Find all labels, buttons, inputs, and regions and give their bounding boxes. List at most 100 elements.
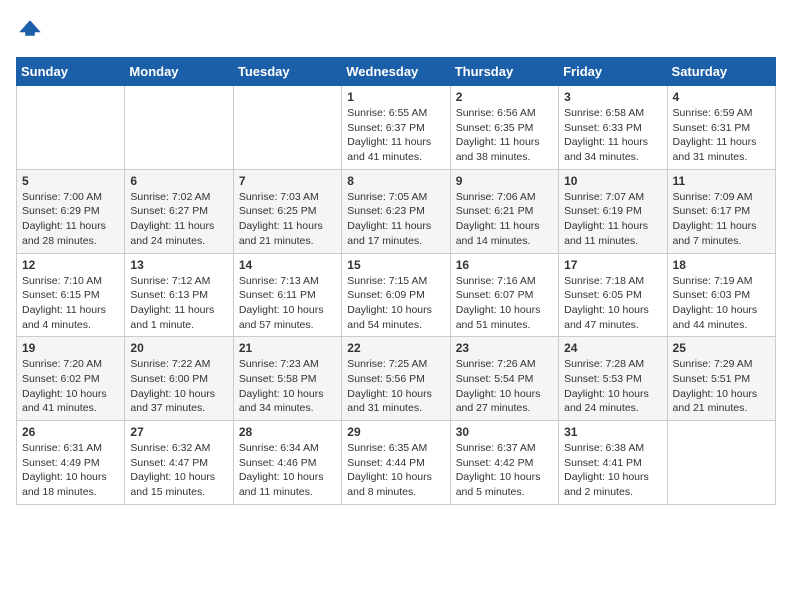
day-info: Daylight: 11 hours and 41 minutes. bbox=[347, 135, 444, 164]
calendar-day-cell: 4Sunrise: 6:59 AMSunset: 6:31 PMDaylight… bbox=[667, 86, 775, 170]
weekday-header: Monday bbox=[125, 58, 233, 86]
day-info: Sunrise: 7:00 AM bbox=[22, 190, 119, 205]
day-info: Daylight: 10 hours and 44 minutes. bbox=[673, 303, 770, 332]
calendar-day-cell: 8Sunrise: 7:05 AMSunset: 6:23 PMDaylight… bbox=[342, 169, 450, 253]
day-info: Daylight: 11 hours and 34 minutes. bbox=[564, 135, 661, 164]
day-info: Sunset: 6:03 PM bbox=[673, 288, 770, 303]
weekday-header: Sunday bbox=[17, 58, 125, 86]
day-info: Sunrise: 7:28 AM bbox=[564, 357, 661, 372]
day-info: Sunset: 5:53 PM bbox=[564, 372, 661, 387]
day-number: 1 bbox=[347, 90, 444, 104]
day-number: 21 bbox=[239, 341, 336, 355]
day-number: 14 bbox=[239, 258, 336, 272]
calendar-day-cell: 17Sunrise: 7:18 AMSunset: 6:05 PMDayligh… bbox=[559, 253, 667, 337]
day-number: 24 bbox=[564, 341, 661, 355]
day-info: Sunset: 6:07 PM bbox=[456, 288, 553, 303]
calendar-week-row: 1Sunrise: 6:55 AMSunset: 6:37 PMDaylight… bbox=[17, 86, 776, 170]
day-number: 26 bbox=[22, 425, 119, 439]
day-info: Daylight: 10 hours and 15 minutes. bbox=[130, 470, 227, 499]
calendar-day-cell: 27Sunrise: 6:32 AMSunset: 4:47 PMDayligh… bbox=[125, 421, 233, 505]
weekday-header: Wednesday bbox=[342, 58, 450, 86]
day-info: Daylight: 10 hours and 24 minutes. bbox=[564, 387, 661, 416]
day-info: Daylight: 10 hours and 34 minutes. bbox=[239, 387, 336, 416]
calendar-day-cell: 18Sunrise: 7:19 AMSunset: 6:03 PMDayligh… bbox=[667, 253, 775, 337]
day-info: Sunset: 6:19 PM bbox=[564, 204, 661, 219]
day-info: Daylight: 11 hours and 7 minutes. bbox=[673, 219, 770, 248]
day-info: Sunset: 6:09 PM bbox=[347, 288, 444, 303]
day-info: Sunrise: 7:26 AM bbox=[456, 357, 553, 372]
day-number: 31 bbox=[564, 425, 661, 439]
day-info: Sunset: 6:21 PM bbox=[456, 204, 553, 219]
calendar-day-cell: 26Sunrise: 6:31 AMSunset: 4:49 PMDayligh… bbox=[17, 421, 125, 505]
calendar-day-cell: 16Sunrise: 7:16 AMSunset: 6:07 PMDayligh… bbox=[450, 253, 558, 337]
logo-icon bbox=[18, 16, 42, 40]
calendar-day-cell: 29 Sunrise: 6:35 AMSunset: 4:44 PMDayligh… bbox=[342, 421, 450, 505]
day-info: Sunset: 4:41 PM bbox=[564, 456, 661, 471]
calendar-day-cell: 1 Sunrise: 6:55 AMSunset: 6:37 PMDaylight… bbox=[342, 86, 450, 170]
day-info: Sunrise: 7:29 AM bbox=[673, 357, 770, 372]
weekday-header: Tuesday bbox=[233, 58, 341, 86]
calendar-day-cell: 3Sunrise: 6:58 AMSunset: 6:33 PMDaylight… bbox=[559, 86, 667, 170]
day-number: 12 bbox=[22, 258, 119, 272]
calendar-day-cell: 10Sunrise: 7:07 AMSunset: 6:19 PMDayligh… bbox=[559, 169, 667, 253]
day-info: Sunset: 6:00 PM bbox=[130, 372, 227, 387]
calendar-day-cell: 12Sunrise: 7:10 AMSunset: 6:15 PMDayligh… bbox=[17, 253, 125, 337]
day-number: 7 bbox=[239, 174, 336, 188]
day-info: Daylight: 10 hours and 57 minutes. bbox=[239, 303, 336, 332]
day-info: Sunrise: 7:03 AM bbox=[239, 190, 336, 205]
day-info: Sunrise: 7:02 AM bbox=[130, 190, 227, 205]
calendar-day-cell: 20Sunrise: 7:22 AMSunset: 6:00 PMDayligh… bbox=[125, 337, 233, 421]
day-info: Sunrise: 7:20 AM bbox=[22, 357, 119, 372]
calendar-week-row: 19 Sunrise: 7:20 AMSunset: 6:02 PM Dayligh… bbox=[17, 337, 776, 421]
weekday-header: Saturday bbox=[667, 58, 775, 86]
day-info: Sunset: 6:17 PM bbox=[673, 204, 770, 219]
day-number: 29 bbox=[347, 425, 444, 439]
day-number: 2 bbox=[456, 90, 553, 104]
day-number: 19 bbox=[22, 341, 119, 355]
day-number: 10 bbox=[564, 174, 661, 188]
day-info: Sunset: 4:44 PM bbox=[347, 456, 444, 471]
day-info: Sunrise: 6:58 AM bbox=[564, 106, 661, 121]
calendar-day-cell: 9Sunrise: 7:06 AMSunset: 6:21 PMDaylight… bbox=[450, 169, 558, 253]
day-info: Sunrise: 7:23 AM bbox=[239, 357, 336, 372]
calendar-day-cell: 24 Sunrise: 7:28 AMSunset: 5:53 PMDayligh… bbox=[559, 337, 667, 421]
day-info: Sunset: 6:29 PM bbox=[22, 204, 119, 219]
calendar-day-cell: 11Sunrise: 7:09 AMSunset: 6:17 PMDayligh… bbox=[667, 169, 775, 253]
day-info: Sunset: 6:31 PM bbox=[673, 121, 770, 136]
day-info: Sunset: 5:51 PM bbox=[673, 372, 770, 387]
day-info: Sunset: 4:49 PM bbox=[22, 456, 119, 471]
calendar-day-cell: 25Sunrise: 7:29 AMSunset: 5:51 PMDayligh… bbox=[667, 337, 775, 421]
day-number: 11 bbox=[673, 174, 770, 188]
day-number: 30 bbox=[456, 425, 553, 439]
day-info: Daylight: 10 hours and 27 minutes. bbox=[456, 387, 553, 416]
day-info: Daylight: 10 hours and 21 minutes. bbox=[673, 387, 770, 416]
day-info: Sunset: 5:54 PM bbox=[456, 372, 553, 387]
day-number: 17 bbox=[564, 258, 661, 272]
day-info: Daylight: 11 hours and 21 minutes. bbox=[239, 219, 336, 248]
calendar-day-cell: 13Sunrise: 7:12 AMSunset: 6:13 PMDayligh… bbox=[125, 253, 233, 337]
day-info: Daylight: 10 hours and 8 minutes. bbox=[347, 470, 444, 499]
day-info: Sunset: 6:35 PM bbox=[456, 121, 553, 136]
weekday-header: Thursday bbox=[450, 58, 558, 86]
day-info: Sunset: 6:02 PM bbox=[22, 372, 119, 387]
day-number: 16 bbox=[456, 258, 553, 272]
day-info: Daylight: 11 hours and 11 minutes. bbox=[564, 219, 661, 248]
day-info: Sunset: 5:56 PM bbox=[347, 372, 444, 387]
day-info: Daylight: 10 hours and 2 minutes. bbox=[564, 470, 661, 499]
day-number: 5 bbox=[22, 174, 119, 188]
day-info: Sunset: 6:05 PM bbox=[564, 288, 661, 303]
day-info: Sunset: 4:46 PM bbox=[239, 456, 336, 471]
calendar-day-cell bbox=[125, 86, 233, 170]
day-number: 9 bbox=[456, 174, 553, 188]
day-info: Sunrise: 7:10 AM bbox=[22, 274, 119, 289]
day-info: Sunset: 4:42 PM bbox=[456, 456, 553, 471]
day-info: Sunset: 6:37 PM bbox=[347, 121, 444, 136]
day-info: Sunrise: 6:35 AM bbox=[347, 441, 444, 456]
calendar-day-cell: 23Sunrise: 7:26 AMSunset: 5:54 PMDayligh… bbox=[450, 337, 558, 421]
day-info: Daylight: 10 hours and 54 minutes. bbox=[347, 303, 444, 332]
day-info: Daylight: 11 hours and 14 minutes. bbox=[456, 219, 553, 248]
day-info: Sunrise: 6:55 AM bbox=[347, 106, 444, 121]
day-info: Sunset: 6:27 PM bbox=[130, 204, 227, 219]
page-header bbox=[16, 16, 776, 45]
day-info: Sunrise: 7:05 AM bbox=[347, 190, 444, 205]
